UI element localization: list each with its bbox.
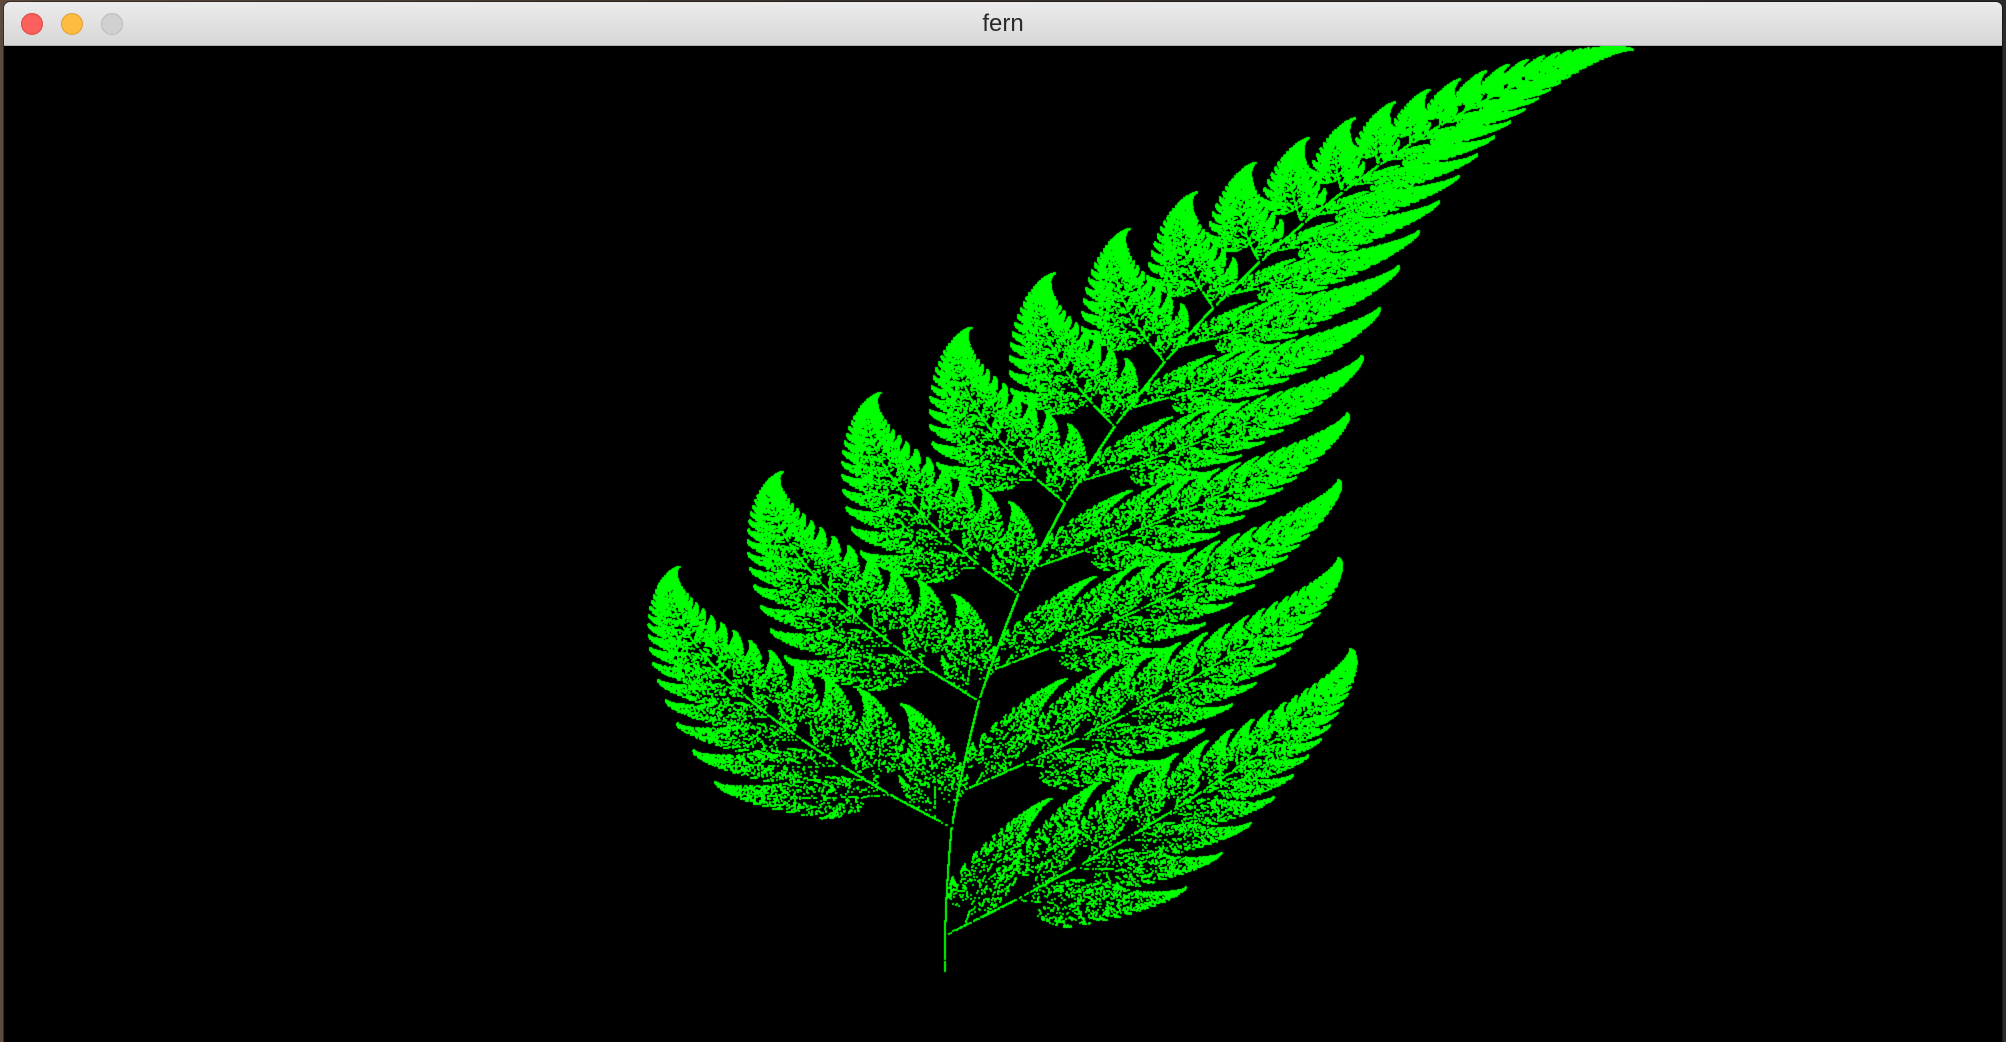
app-window: fern bbox=[4, 2, 2002, 1042]
window-title: fern bbox=[982, 10, 1024, 37]
title-bar[interactable]: fern bbox=[4, 2, 2002, 46]
drawing-area[interactable] bbox=[4, 46, 2002, 1042]
fern-fractal bbox=[4, 46, 2002, 1042]
